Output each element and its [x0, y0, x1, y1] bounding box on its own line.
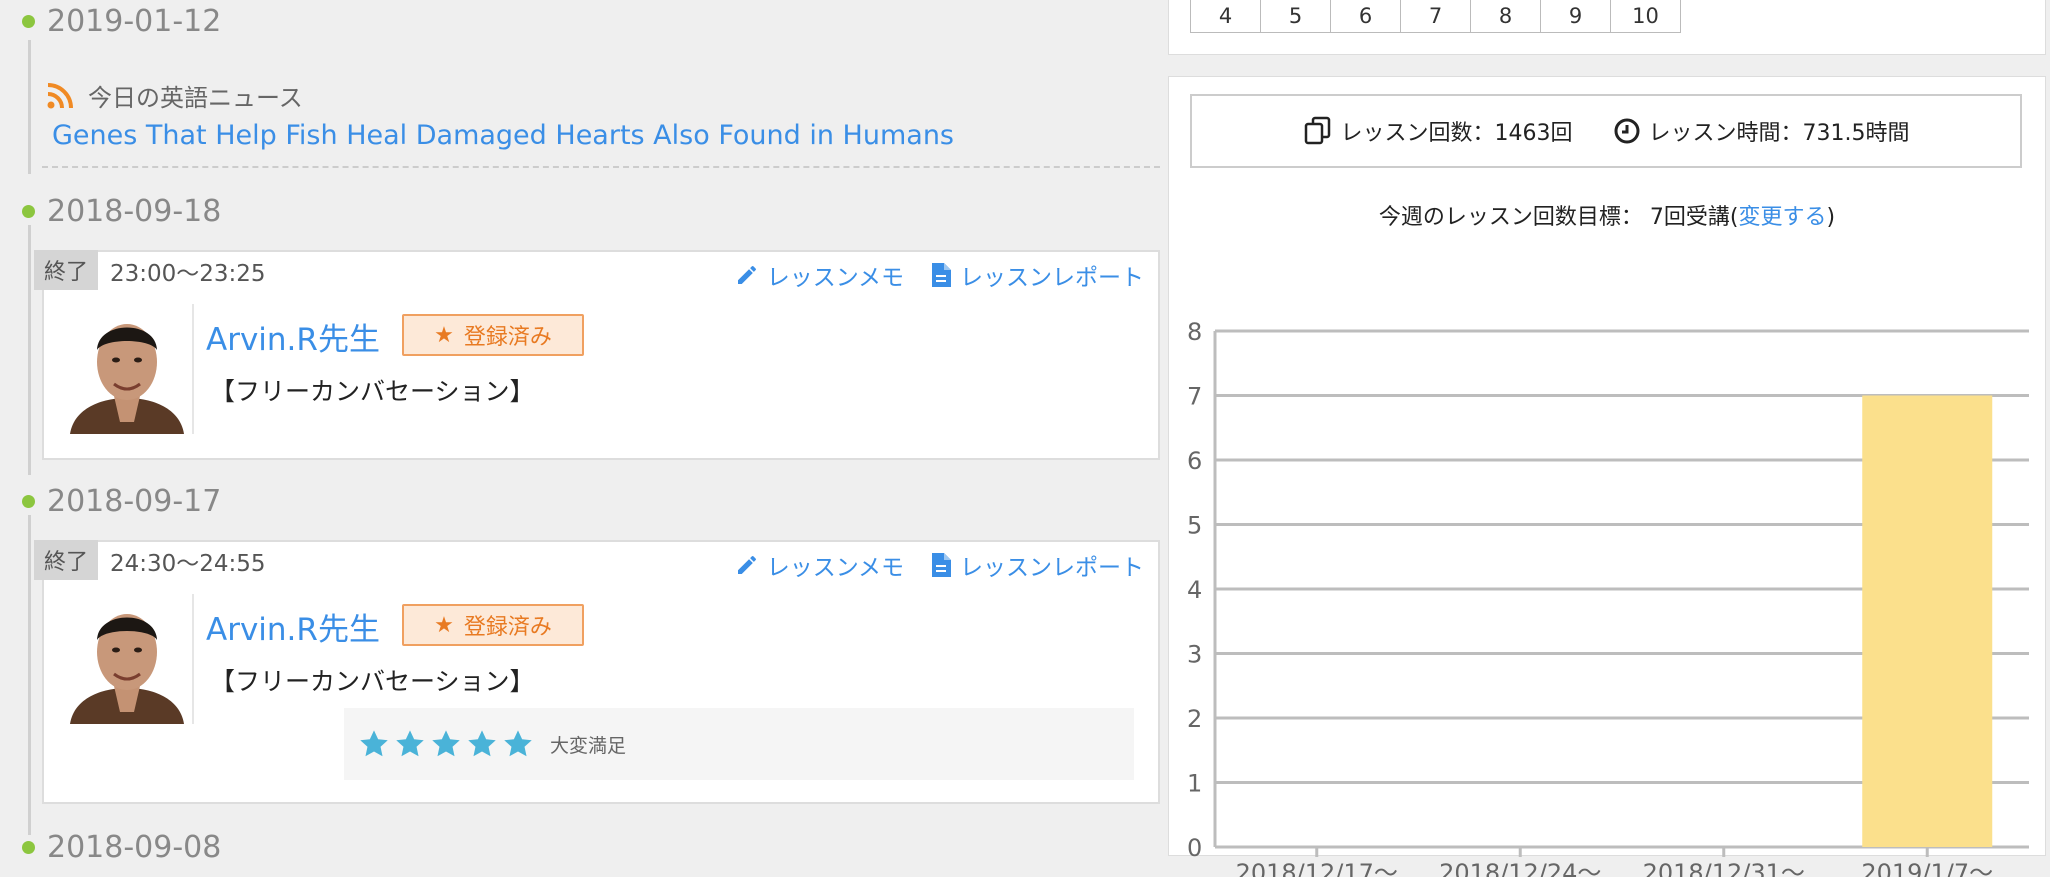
- timeline-line: [28, 515, 31, 835]
- change-goal-link[interactable]: 変更する: [1738, 205, 1826, 230]
- course-name: 【フリーカンバセーション】: [210, 667, 535, 696]
- y-tick-label: 6: [1187, 447, 1202, 475]
- pencil-icon: [737, 265, 756, 284]
- lesson-memo-label: レッスンメモ: [766, 555, 904, 581]
- rating-label: 大変満足: [550, 734, 627, 757]
- weekly-goal-suffix: ): [1826, 205, 1836, 230]
- star-icon: ★: [434, 612, 454, 638]
- rating-star-icon: [396, 730, 424, 757]
- y-tick-label: 5: [1187, 512, 1202, 540]
- lesson-report-label: レッスンレポート: [960, 265, 1144, 291]
- y-tick-label: 1: [1187, 770, 1202, 798]
- lesson-count: レッスン回数：1463回: [1303, 115, 1573, 147]
- lesson-report-link[interactable]: レッスンレポート: [930, 258, 1144, 292]
- lesson-count-text: レッスン回数：1463回: [1340, 121, 1573, 146]
- calendar-box: 4 5 6 7 8 9 10: [1168, 0, 2046, 55]
- rating-star-icon: [432, 730, 460, 757]
- timeline-date: 2018-09-17: [22, 484, 221, 519]
- teacher-photo: [70, 614, 184, 724]
- lesson-card: 終了 23:00〜23:25 レッスンメモ レッスンレポート Arvin.R先生…: [34, 250, 1160, 460]
- lesson-summary: レッスン回数：1463回 レッスン時間：731.5時間: [1190, 94, 2022, 168]
- date-label: 2018-09-08: [47, 830, 222, 865]
- lesson-memo-link[interactable]: レッスンメモ: [735, 258, 904, 292]
- page-number[interactable]: 8: [1470, 0, 1541, 33]
- favorite-badge-label: 登録済み: [463, 325, 552, 350]
- x-tick-label: 2018/12/24〜: [1439, 859, 1601, 877]
- lesson-time: 23:00〜23:25: [110, 261, 266, 287]
- lesson-actions: レッスンメモ レッスンレポート: [735, 548, 1144, 582]
- pencil-icon: [737, 555, 756, 574]
- page-number[interactable]: 9: [1540, 0, 1611, 33]
- timeline-date: 2018-09-18: [22, 194, 221, 229]
- date-label: 2019-01-12: [47, 4, 222, 39]
- x-tick-label: 2019/1/7〜: [1861, 859, 1993, 877]
- rating-star-icon: [360, 730, 388, 757]
- page-number[interactable]: 4: [1190, 0, 1261, 33]
- favorite-badge-label: 登録済み: [463, 615, 552, 640]
- weekly-goal-text: 今週のレッスン回数目標： 7回受講(: [1378, 205, 1739, 230]
- teacher-avatar[interactable]: [62, 304, 194, 434]
- course-name: 【フリーカンバセーション】: [210, 377, 535, 406]
- x-tick-label: 2018/12/31〜: [1643, 859, 1805, 877]
- lesson-time-text: レッスン時間：731.5時間: [1648, 121, 1910, 146]
- rating-star-icon: [504, 730, 532, 757]
- news-label: 今日の英語ニュース: [88, 84, 303, 112]
- teacher-avatar[interactable]: [62, 594, 194, 724]
- timeline-date: 2019-01-12: [22, 4, 221, 39]
- news-item: 今日の英語ニュース Genes That Help Fish Heal Dama…: [42, 72, 1160, 168]
- star-icon: ★: [434, 322, 454, 348]
- rating-stars: [358, 728, 534, 760]
- x-tick-label: 2018/12/17〜: [1236, 859, 1398, 877]
- lesson-rating: 大変満足: [344, 708, 1134, 780]
- chart-bar: [1862, 395, 1993, 847]
- lesson-report-link[interactable]: レッスンレポート: [930, 548, 1144, 582]
- y-tick-label: 3: [1187, 641, 1202, 669]
- lesson-card: 終了 24:30〜24:55 レッスンメモ レッスンレポート Arvin.R先生…: [34, 540, 1160, 804]
- y-tick-label: 0: [1187, 834, 1202, 862]
- copy-icon: [1304, 116, 1330, 145]
- timeline-dot-icon: [22, 495, 35, 508]
- status-badge: 終了: [34, 540, 99, 580]
- y-tick-label: 4: [1187, 576, 1202, 604]
- teacher-name-link[interactable]: Arvin.R先生: [206, 604, 380, 649]
- timeline-dot-icon: [22, 205, 35, 218]
- lesson-time: 24:30〜24:55: [110, 551, 266, 577]
- favorite-badge[interactable]: ★ 登録済み: [402, 314, 584, 356]
- news-link[interactable]: Genes That Help Fish Heal Damaged Hearts…: [52, 120, 954, 151]
- y-tick-label: 8: [1187, 318, 1202, 346]
- lesson-memo-label: レッスンメモ: [766, 265, 904, 291]
- weekly-goal: 今週のレッスン回数目標： 7回受講(変更する): [1169, 199, 2045, 231]
- lesson-memo-link[interactable]: レッスンメモ: [735, 548, 904, 582]
- lesson-history: 2019-01-12 今日の英語ニュース Genes That Help Fis…: [0, 0, 1170, 865]
- document-icon: [932, 553, 951, 577]
- timeline-line: [28, 225, 31, 475]
- clock-icon: [1614, 118, 1639, 144]
- favorite-badge[interactable]: ★ 登録済み: [402, 604, 584, 646]
- page-number[interactable]: 5: [1260, 0, 1331, 33]
- rss-icon: [47, 83, 73, 109]
- timeline-dot-icon: [22, 15, 35, 28]
- timeline-dot-icon: [22, 841, 35, 854]
- weekly-lesson-chart: 0 1 2 3 4 5 6 7 8 2018/12/17〜 2018/12/24〜 2018/12/3…: [1187, 318, 2029, 877]
- page-number[interactable]: 7: [1400, 0, 1471, 33]
- document-icon: [932, 263, 951, 287]
- y-tick-label: 2: [1187, 705, 1202, 733]
- stats-panel: 4 5 6 7 8 9 10 レッスン回数：1463回 レッスン時間：731.5時間 今週の…: [1168, 0, 2050, 877]
- lesson-stats: レッスン回数：1463回 レッスン時間：731.5時間 今週のレッスン回数目標：…: [1168, 76, 2046, 877]
- lesson-actions: レッスンメモ レッスンレポート: [735, 258, 1144, 292]
- teacher-name-link[interactable]: Arvin.R先生: [206, 314, 380, 359]
- date-label: 2018-09-17: [47, 484, 222, 519]
- teacher-photo: [70, 324, 184, 434]
- page-number[interactable]: 10: [1610, 0, 1681, 33]
- page-number[interactable]: 6: [1330, 0, 1401, 33]
- status-badge: 終了: [34, 250, 99, 290]
- lesson-time-total: レッスン時間：731.5時間: [1613, 115, 1910, 147]
- y-tick-label: 7: [1187, 383, 1202, 411]
- rating-star-icon: [468, 730, 496, 757]
- timeline-date: 2018-09-08: [22, 830, 221, 865]
- date-label: 2018-09-18: [47, 194, 222, 229]
- timeline-line: [28, 40, 31, 174]
- lesson-report-label: レッスンレポート: [960, 555, 1144, 581]
- pagination: 4 5 6 7 8 9 10: [1190, 0, 1681, 33]
